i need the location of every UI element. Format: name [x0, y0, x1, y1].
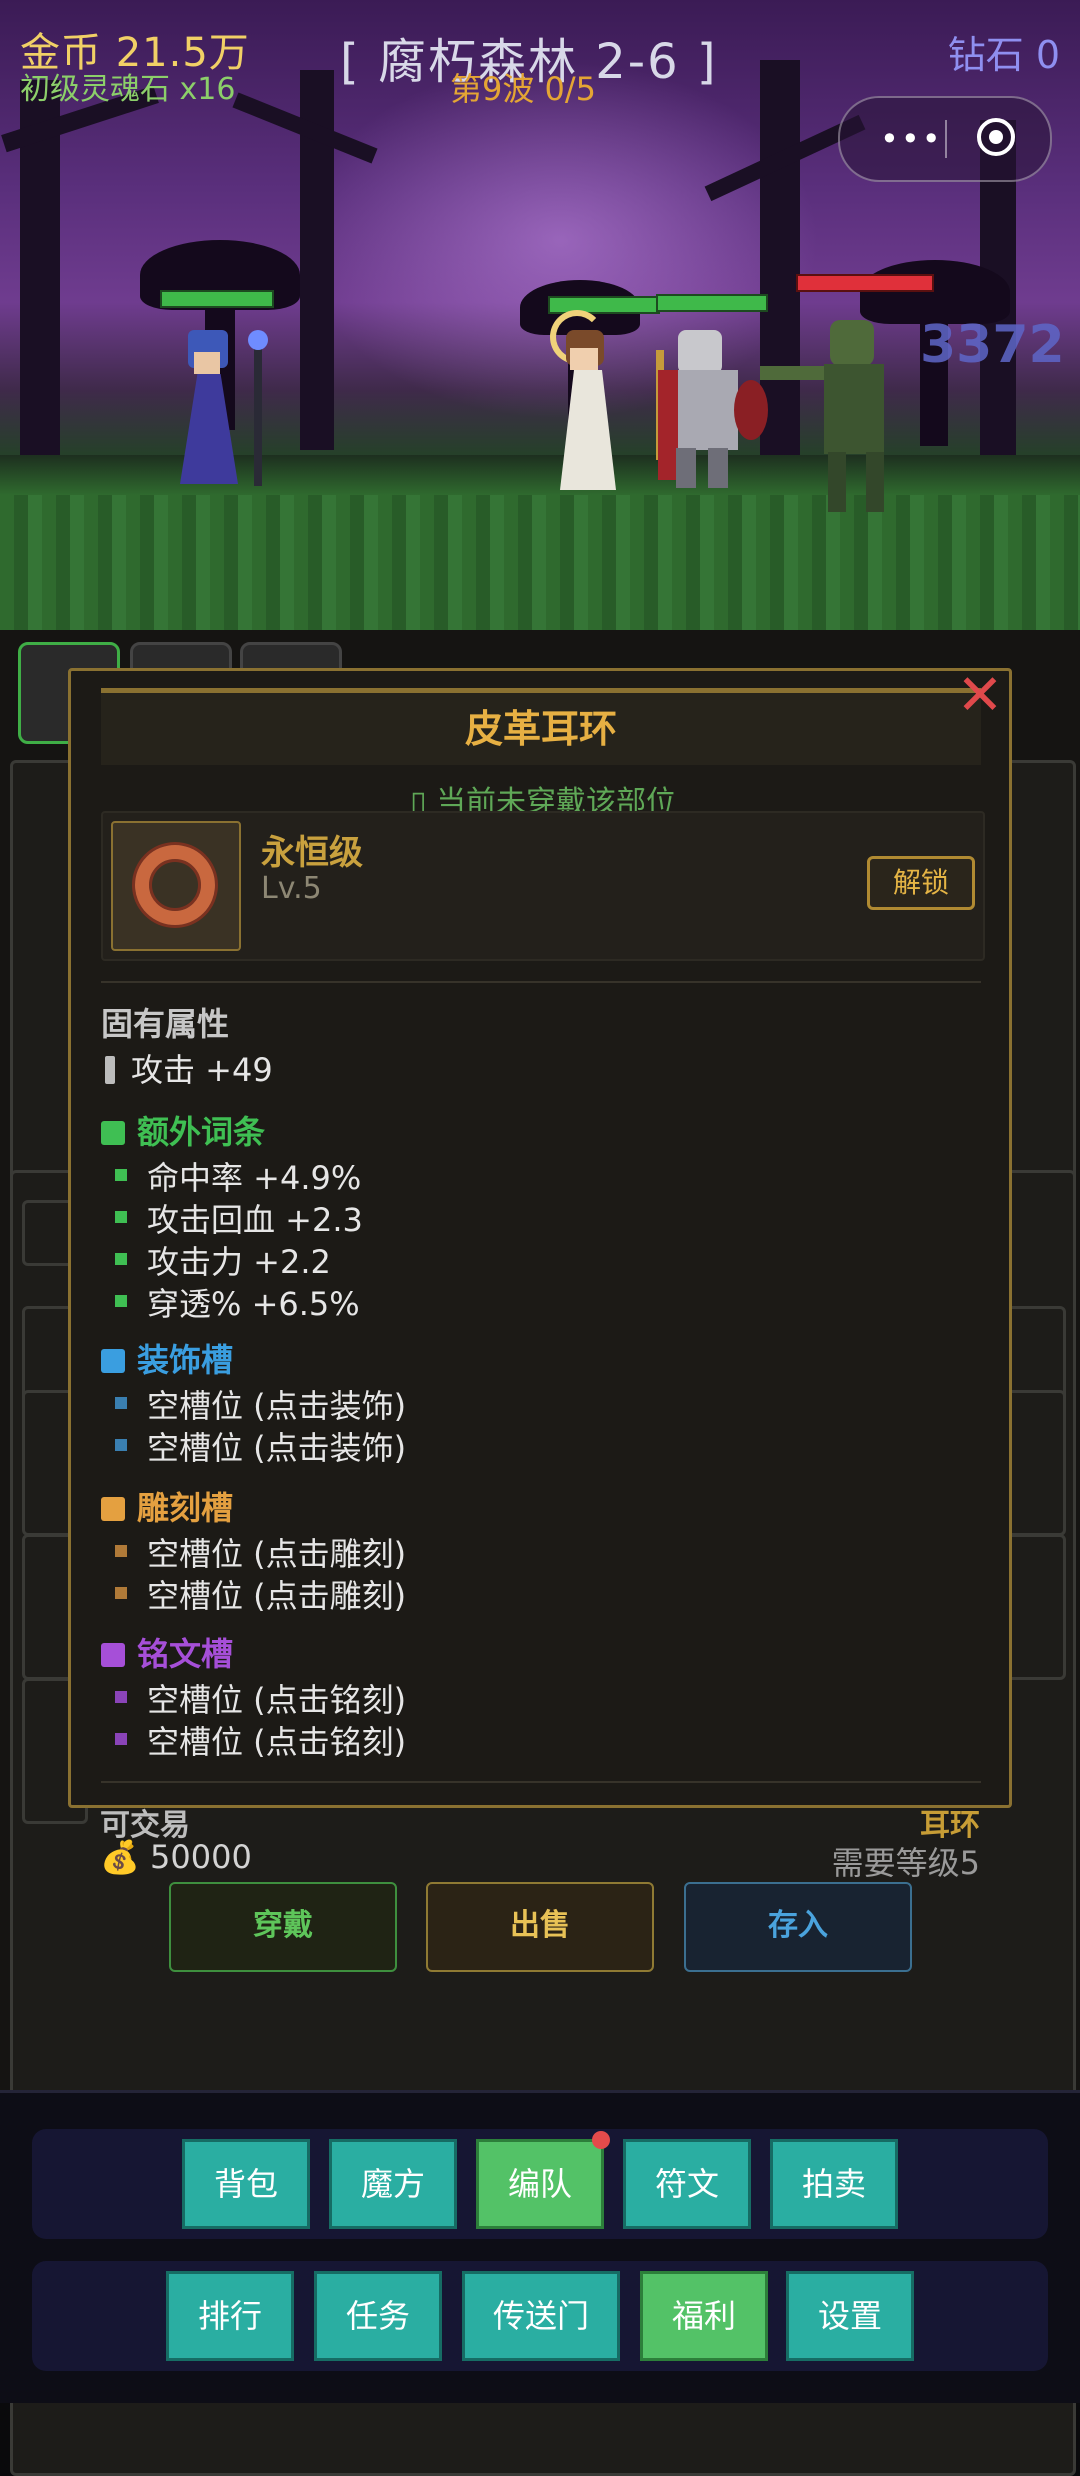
battle-scene: 3372 金币 21.5万 初级灵魂石 x16 [ 腐朽森林 2-6 ] 第9波… [0, 0, 1080, 630]
close-icon[interactable]: ✕ [954, 668, 1006, 724]
blue-square-icon [101, 1349, 125, 1373]
extra-stat-line: 攻击回血 +2.3 [115, 1195, 363, 1241]
menu-portal-button[interactable]: 传送门 [462, 2271, 620, 2361]
rune-slot[interactable]: 空槽位 (点击铭刻) [115, 1717, 406, 1763]
item-grade: 永恒级 [261, 833, 363, 873]
decor-slot[interactable]: 空槽位 (点击装饰) [115, 1423, 406, 1469]
carve-slot-title: 雕刻槽 [101, 1483, 233, 1529]
menu-rune-button[interactable]: 符文 [623, 2139, 751, 2229]
sell-button[interactable]: 出售 [426, 1882, 654, 1972]
stat-bar-icon [105, 1056, 115, 1084]
base-stat-line: 攻击 +49 [105, 1045, 273, 1091]
more-dots-icon[interactable]: ••• [880, 120, 943, 158]
extra-stat-line: 命中率 +4.9% [115, 1153, 361, 1199]
menu-row: 排行 任务 传送门 福利 设置 [32, 2261, 1048, 2371]
capsule-divider [945, 120, 947, 158]
grass-ground [0, 455, 1080, 630]
wave-counter: 第9波 0/5 [450, 70, 597, 108]
damage-number: 3372 [920, 315, 1065, 375]
menu-quest-button[interactable]: 任务 [314, 2271, 442, 2361]
notification-dot-icon [592, 2131, 610, 2149]
rune-slot-title: 铭文槽 [101, 1629, 233, 1675]
diamond-counter: 钻石 0 [947, 33, 1060, 77]
menu-auction-button[interactable]: 拍卖 [770, 2139, 898, 2229]
wear-button[interactable]: 穿戴 [169, 1882, 397, 1972]
decor-slot[interactable]: 空槽位 (点击装饰) [115, 1381, 406, 1427]
section-divider [101, 981, 981, 983]
level-requirement: 需要等级5 [831, 1844, 980, 1882]
target-circle-icon[interactable] [977, 118, 1015, 156]
menu-bag-button[interactable]: 背包 [182, 2139, 310, 2229]
carve-slot[interactable]: 空槽位 (点击雕刻) [115, 1571, 406, 1617]
orange-square-icon [101, 1497, 125, 1521]
enemy-hp-bar [796, 274, 934, 292]
soul-stone-counter: 初级灵魂石 x16 [20, 72, 236, 107]
extra-stats-title: 额外词条 [101, 1107, 265, 1153]
section-divider [101, 1781, 981, 1783]
menu-rank-button[interactable]: 排行 [166, 2271, 294, 2361]
sell-price: 💰 50000 [100, 1838, 252, 1876]
menu-cube-button[interactable]: 魔方 [329, 2139, 457, 2229]
hero-hp-bar [548, 296, 660, 314]
rune-slot[interactable]: 空槽位 (点击铭刻) [115, 1675, 406, 1721]
menu-welfare-button[interactable]: 福利 [640, 2271, 768, 2361]
hero-hp-bar [160, 290, 274, 308]
miniprogram-capsule: ••• [838, 96, 1052, 182]
item-detail-modal: 皮革耳环 ▯ 当前未穿戴该部位 永恒级 Lv.5 解锁 固有属性 攻击 +49 … [68, 668, 1012, 1808]
extra-stat-line: 穿透% +6.5% [115, 1279, 360, 1325]
decor-slot-title: 装饰槽 [101, 1335, 233, 1381]
hero-hp-bar [656, 294, 768, 312]
menu-team-button[interactable]: 编队 [476, 2139, 604, 2229]
item-name: 皮革耳环 [464, 707, 617, 751]
item-level: Lv.5 [261, 871, 322, 906]
menu-settings-button[interactable]: 设置 [786, 2271, 914, 2361]
extra-stat-line: 攻击力 +2.2 [115, 1237, 331, 1283]
modal-header: 皮革耳环 [101, 688, 981, 765]
base-stats-title: 固有属性 [101, 1005, 230, 1043]
background-glow [300, 60, 820, 420]
purple-square-icon [101, 1643, 125, 1667]
unlock-button[interactable]: 解锁 [867, 856, 975, 910]
leather-earring-icon [111, 821, 241, 951]
menu-row: 背包 魔方 编队 符文 拍卖 [32, 2129, 1048, 2239]
bottom-menu: 背包 魔方 编队 符文 拍卖 排行 任务 传送门 福利 设置 [0, 2090, 1080, 2403]
item-card: 永恒级 Lv.5 解锁 [101, 811, 985, 961]
carve-slot[interactable]: 空槽位 (点击雕刻) [115, 1529, 406, 1575]
store-button[interactable]: 存入 [684, 1882, 912, 1972]
green-square-icon [101, 1121, 125, 1145]
